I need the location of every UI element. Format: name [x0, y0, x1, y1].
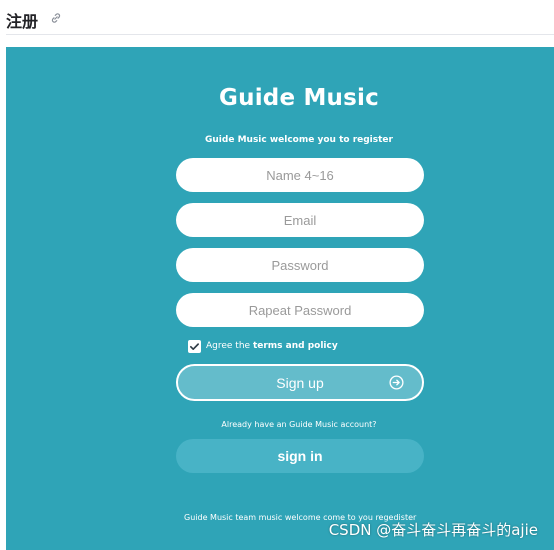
- already-account-text: Already have an Guide Music account?: [221, 420, 377, 429]
- arrow-right-circle-icon: [389, 375, 404, 390]
- sign-up-label: Sign up: [276, 375, 324, 391]
- watermark: CSDN @奋斗奋斗再奋斗的ajie: [328, 521, 538, 539]
- terms-link[interactable]: terms and policy: [253, 341, 338, 351]
- register-panel: Guide Music Guide Music welcome you to r…: [6, 47, 554, 550]
- brand-title: Guide Music: [219, 85, 379, 111]
- register-subtitle: Guide Music welcome you to register: [205, 135, 393, 145]
- sign-in-button[interactable]: sign in: [176, 439, 424, 473]
- check-icon: [190, 342, 199, 350]
- password-field[interactable]: [176, 248, 424, 282]
- link-icon[interactable]: [50, 12, 62, 24]
- email-field[interactable]: [176, 203, 424, 237]
- agree-terms: Agree the terms and policy: [188, 339, 338, 353]
- page-title: 注册: [6, 12, 39, 31]
- name-field[interactable]: [176, 158, 424, 192]
- agree-label: Agree the terms and policy: [206, 341, 338, 351]
- repeat-password-field[interactable]: [176, 293, 424, 327]
- doc-header: 注册: [6, 0, 554, 35]
- agree-checkbox[interactable]: [188, 339, 201, 353]
- sign-up-button[interactable]: Sign up: [176, 364, 424, 401]
